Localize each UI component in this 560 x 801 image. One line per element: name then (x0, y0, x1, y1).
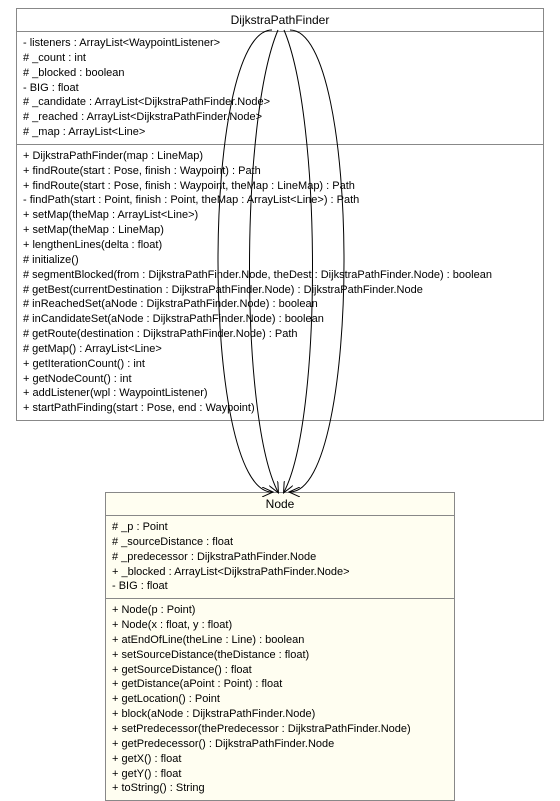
operation-row: + Node(x : float, y : float) (112, 618, 448, 633)
attribute-row: # _p : Point (112, 520, 448, 535)
operation-row: # getRoute(destination : DijkstraPathFin… (23, 327, 537, 342)
attribute-row: - BIG : float (112, 579, 448, 594)
operation-row: + getY() : float (112, 767, 448, 782)
uml-class-dijkstra: DijkstraPathFinder - listeners : ArrayLi… (16, 8, 544, 421)
class-operations: + DijkstraPathFinder(map : LineMap) + fi… (17, 145, 543, 420)
operation-row: + atEndOfLine(theLine : Line) : boolean (112, 633, 448, 648)
class-attributes: - listeners : ArrayList<WaypointListener… (17, 32, 543, 145)
attribute-row: # _candidate : ArrayList<DijkstraPathFin… (23, 95, 537, 110)
operation-row: - findPath(start : Point, finish : Point… (23, 193, 537, 208)
attribute-row: # _reached : ArrayList<DijkstraPathFinde… (23, 110, 537, 125)
class-title: Node (106, 493, 454, 516)
operation-row: # getMap() : ArrayList<Line> (23, 342, 537, 357)
class-title: DijkstraPathFinder (17, 9, 543, 32)
uml-class-node: Node # _p : Point # _sourceDistance : fl… (105, 492, 455, 801)
operation-row: + DijkstraPathFinder(map : LineMap) (23, 149, 537, 164)
attribute-row: - listeners : ArrayList<WaypointListener… (23, 36, 537, 51)
operation-row: + toString() : String (112, 781, 448, 796)
operation-row: + setMap(theMap : ArrayList<Line>) (23, 208, 537, 223)
attribute-row: # _count : int (23, 51, 537, 66)
operation-row: + setPredecessor(thePredecessor : Dijkst… (112, 722, 448, 737)
operation-row: # inReachedSet(aNode : DijkstraPathFinde… (23, 297, 537, 312)
operation-row: + addListener(wpl : WaypointListener) (23, 386, 537, 401)
class-operations: + Node(p : Point) + Node(x : float, y : … (106, 599, 454, 800)
class-attributes: # _p : Point # _sourceDistance : float #… (106, 516, 454, 599)
attribute-row: - BIG : float (23, 81, 537, 96)
operation-row: # segmentBlocked(from : DijkstraPathFind… (23, 268, 537, 283)
operation-row: + startPathFinding(start : Pose, end : W… (23, 401, 537, 416)
operation-row: + getDistance(aPoint : Point) : float (112, 677, 448, 692)
attribute-row: # _blocked : boolean (23, 66, 537, 81)
attribute-row: # _map : ArrayList<Line> (23, 125, 537, 140)
operation-row: + findRoute(start : Pose, finish : Waypo… (23, 179, 537, 194)
operation-row: + getIterationCount() : int (23, 357, 537, 372)
operation-row: + setSourceDistance(theDistance : float) (112, 648, 448, 663)
operation-row: + getSourceDistance() : float (112, 663, 448, 678)
operation-row: + getPredecessor() : DijkstraPathFinder.… (112, 737, 448, 752)
operation-row: + getLocation() : Point (112, 692, 448, 707)
attribute-row: # _predecessor : DijkstraPathFinder.Node (112, 550, 448, 565)
operation-row: # inCandidateSet(aNode : DijkstraPathFin… (23, 312, 537, 327)
operation-row: + findRoute(start : Pose, finish : Waypo… (23, 164, 537, 179)
operation-row: # getBest(currentDestination : DijkstraP… (23, 283, 537, 298)
operation-row: # initialize() (23, 253, 537, 268)
operation-row: + block(aNode : DijkstraPathFinder.Node) (112, 707, 448, 722)
operation-row: + getNodeCount() : int (23, 372, 537, 387)
operation-row: + getX() : float (112, 752, 448, 767)
operation-row: + Node(p : Point) (112, 603, 448, 618)
attribute-row: + _blocked : ArrayList<DijkstraPathFinde… (112, 565, 448, 580)
operation-row: + lengthenLines(delta : float) (23, 238, 537, 253)
attribute-row: # _sourceDistance : float (112, 535, 448, 550)
operation-row: + setMap(theMap : LineMap) (23, 223, 537, 238)
